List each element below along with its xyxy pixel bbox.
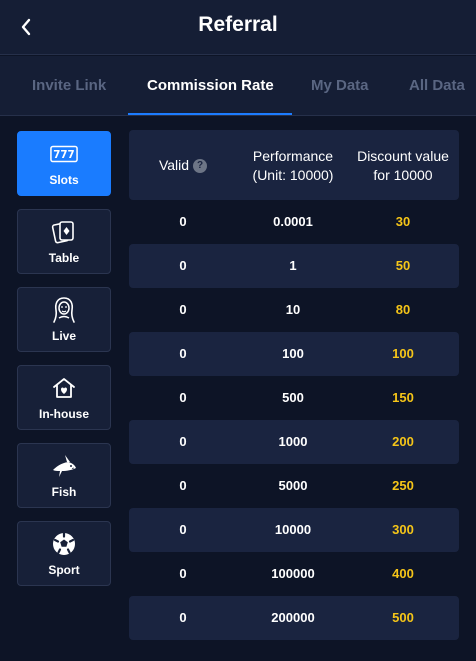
cell-discount: 100 xyxy=(392,346,414,361)
performance-header-line2: (Unit: 10000) xyxy=(252,167,334,183)
cell-discount: 30 xyxy=(395,214,411,229)
header-bar: Referral xyxy=(0,0,476,55)
category-slots[interactable]: 777 Slots xyxy=(17,131,111,196)
cell-valid: 0 xyxy=(179,258,187,273)
category-in-house[interactable]: In-house xyxy=(17,365,111,430)
cell-valid: 0 xyxy=(179,214,187,229)
cell-performance: 200000 xyxy=(271,610,315,625)
cell-valid: 0 xyxy=(179,434,187,449)
cell-performance: 0.0001 xyxy=(273,214,313,229)
cell-valid: 0 xyxy=(179,302,187,317)
cell-valid: 0 xyxy=(179,610,187,625)
cell-discount: 300 xyxy=(392,522,414,537)
page-title: Referral xyxy=(198,13,278,36)
cell-performance: 5000 xyxy=(278,478,308,493)
active-tab-indicator xyxy=(128,113,292,115)
shark-icon xyxy=(50,452,78,480)
valid-header-label: Valid xyxy=(158,157,190,173)
tab-invite-link[interactable]: Invite Link xyxy=(32,56,106,115)
table-row: 0 1000 200 xyxy=(129,420,459,464)
cell-valid: 0 xyxy=(179,390,187,405)
category-label: Slots xyxy=(49,173,79,187)
category-label: Live xyxy=(51,329,76,343)
table-row: 0 10000 300 xyxy=(129,508,459,552)
category-label: Sport xyxy=(48,563,80,577)
tab-all-data[interactable]: All Data xyxy=(409,56,465,115)
table-row: 0 10 80 xyxy=(129,288,459,332)
cell-performance: 100000 xyxy=(271,566,315,581)
category-sport[interactable]: Sport xyxy=(17,521,111,586)
cell-valid: 0 xyxy=(179,522,187,537)
cell-performance: 1000 xyxy=(278,434,308,449)
table-body: 0 0.0001 30 0 1 50 0 10 80 0 100 100 0 5… xyxy=(129,200,459,640)
table-row: 0 0.0001 30 xyxy=(129,200,459,244)
cell-discount: 150 xyxy=(392,390,414,405)
playing-cards-icon xyxy=(50,218,78,246)
house-heart-icon xyxy=(50,374,78,402)
table-row: 0 500 150 xyxy=(129,376,459,420)
category-label: Table xyxy=(48,251,80,265)
cell-valid: 0 xyxy=(179,566,187,581)
discount-header-line1: Discount value xyxy=(357,148,449,164)
cell-performance: 10 xyxy=(285,302,301,317)
category-label: In-house xyxy=(39,407,89,421)
cell-discount: 500 xyxy=(392,610,414,625)
commission-table: Valid ? Performance (Unit: 10000) Discou… xyxy=(129,130,459,640)
column-header-performance: Performance (Unit: 10000) xyxy=(237,147,349,185)
cell-performance: 500 xyxy=(282,390,304,405)
cell-performance: 100 xyxy=(282,346,304,361)
question-mark-icon[interactable]: ? xyxy=(193,158,208,173)
tab-bar: Invite Link Commission Rate My Data All … xyxy=(0,56,476,116)
slots-777-icon: 777 xyxy=(50,140,78,168)
dealer-woman-icon xyxy=(50,296,78,324)
cell-performance: 1 xyxy=(289,258,297,273)
cell-discount: 80 xyxy=(395,302,411,317)
table-row: 0 100000 400 xyxy=(129,552,459,596)
svg-text:777: 777 xyxy=(53,149,74,161)
table-row: 0 200000 500 xyxy=(129,596,459,640)
cell-discount: 200 xyxy=(392,434,414,449)
discount-header-line2: for 10000 xyxy=(373,167,433,183)
cell-valid: 0 xyxy=(179,478,187,493)
cell-discount: 250 xyxy=(392,478,414,493)
table-row: 0 5000 250 xyxy=(129,464,459,508)
column-header-discount: Discount value for 10000 xyxy=(347,147,459,185)
category-label: Fish xyxy=(51,485,77,499)
category-live[interactable]: Live xyxy=(17,287,111,352)
category-fish[interactable]: Fish xyxy=(17,443,111,508)
cell-discount: 400 xyxy=(392,566,414,581)
column-header-valid: Valid ? xyxy=(129,156,237,175)
soccer-ball-icon xyxy=(50,530,78,558)
cell-discount: 50 xyxy=(395,258,411,273)
cell-performance: 10000 xyxy=(274,522,312,537)
performance-header-line1: Performance xyxy=(252,148,334,164)
table-header: Valid ? Performance (Unit: 10000) Discou… xyxy=(129,130,459,200)
tab-commission-rate[interactable]: Commission Rate xyxy=(147,56,274,115)
table-row: 0 1 50 xyxy=(129,244,459,288)
category-table[interactable]: Table xyxy=(17,209,111,274)
cell-valid: 0 xyxy=(179,346,187,361)
table-row: 0 100 100 xyxy=(129,332,459,376)
tab-my-data[interactable]: My Data xyxy=(311,56,369,115)
